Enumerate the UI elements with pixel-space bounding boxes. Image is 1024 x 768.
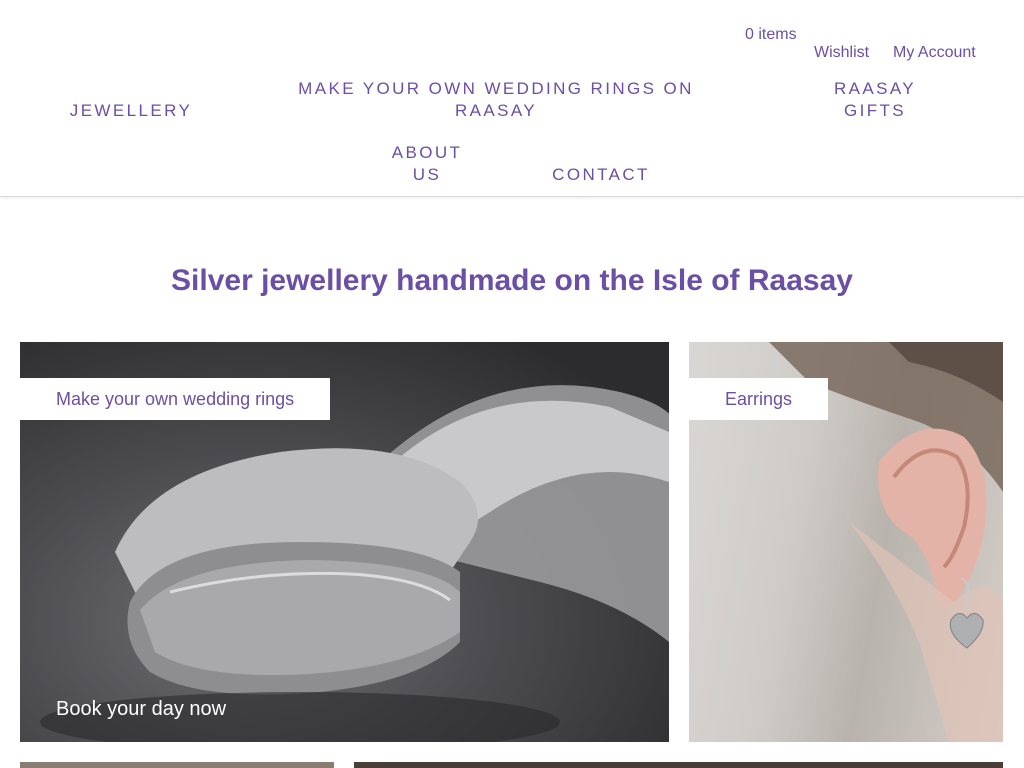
nav-wedding-rings-line1: MAKE YOUR OWN WEDDING RINGS ON bbox=[298, 79, 694, 98]
book-day-cta: Book your day now bbox=[56, 698, 227, 720]
nav-about-us-line2: US bbox=[412, 165, 442, 184]
nav-raasay-gifts-line2: GIFTS bbox=[843, 101, 907, 120]
site-header: 0 items Wishlist My Account JEWELLERY MA… bbox=[0, 0, 1024, 197]
page-headline: Silver jewellery handmade on the Isle of… bbox=[171, 264, 853, 297]
cart-link[interactable]: 0 items bbox=[745, 26, 797, 44]
next-tile-left-edge bbox=[20, 762, 334, 768]
nav-raasay-gifts-line1: RAASAY bbox=[833, 79, 917, 98]
wedding-rings-label: Make your own wedding rings bbox=[20, 378, 331, 420]
next-tile-right-edge bbox=[354, 762, 1003, 768]
nav-wedding-rings[interactable]: MAKE YOUR OWN WEDDING RINGS ON RAASAY bbox=[290, 78, 702, 122]
wedding-rings-tile[interactable]: Make your own wedding rings Book your da… bbox=[20, 342, 669, 742]
wishlist-link[interactable]: Wishlist bbox=[814, 44, 869, 62]
nav-jewellery[interactable]: JEWELLERY bbox=[60, 100, 202, 122]
nav-contact[interactable]: CONTACT bbox=[540, 164, 662, 186]
nav-jewellery-label: JEWELLERY bbox=[69, 101, 193, 120]
earrings-tile[interactable]: Earrings bbox=[689, 342, 1003, 742]
nav-about-us[interactable]: ABOUT US bbox=[380, 142, 474, 186]
my-account-link[interactable]: My Account bbox=[893, 44, 976, 62]
nav-wedding-rings-line2: RAASAY bbox=[454, 101, 538, 120]
nav-raasay-gifts[interactable]: RAASAY GIFTS bbox=[820, 78, 930, 122]
nav-contact-label: CONTACT bbox=[552, 165, 650, 184]
earrings-label: Earrings bbox=[689, 378, 829, 420]
nav-about-us-line1: ABOUT bbox=[391, 143, 463, 162]
